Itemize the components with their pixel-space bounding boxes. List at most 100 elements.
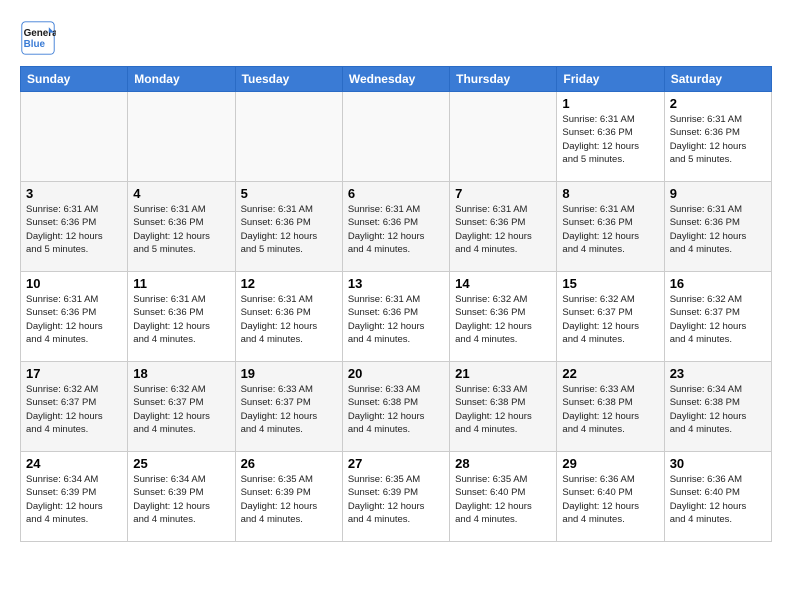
day-info: Sunrise: 6:31 AM Sunset: 6:36 PM Dayligh… <box>26 203 122 256</box>
day-cell: 22 Sunrise: 6:33 AM Sunset: 6:38 PM Dayli… <box>557 362 664 452</box>
week-row-2: 3 Sunrise: 6:31 AM Sunset: 6:36 PM Daylig… <box>21 182 772 272</box>
day-number: 23 <box>670 366 766 381</box>
col-header-thursday: Thursday <box>450 67 557 92</box>
day-number: 4 <box>133 186 229 201</box>
day-number: 10 <box>26 276 122 291</box>
day-number: 15 <box>562 276 658 291</box>
day-cell: 8Sunrise: 6:31 AM Sunset: 6:36 PM Daylig… <box>557 182 664 272</box>
week-row-1: 1 Sunrise: 6:31 AM Sunset: 6:36 PM Daylig… <box>21 92 772 182</box>
header-row: SundayMondayTuesdayWednesdayThursdayFrid… <box>21 67 772 92</box>
day-number: 12 <box>241 276 337 291</box>
day-number: 9 <box>670 186 766 201</box>
day-info: Sunrise: 6:35 AM Sunset: 6:39 PM Dayligh… <box>241 473 337 526</box>
week-row-4: 17Sunrise: 6:32 AM Sunset: 6:37 PM Dayli… <box>21 362 772 452</box>
day-number: 3 <box>26 186 122 201</box>
day-info: Sunrise: 6:32 AM Sunset: 6:36 PM Dayligh… <box>455 293 551 346</box>
day-cell: 28Sunrise: 6:35 AM Sunset: 6:40 PM Dayli… <box>450 452 557 542</box>
day-info: Sunrise: 6:33 AM Sunset: 6:38 PM Dayligh… <box>455 383 551 436</box>
day-info: Sunrise: 6:32 AM Sunset: 6:37 PM Dayligh… <box>26 383 122 436</box>
day-cell <box>21 92 128 182</box>
day-cell: 18 Sunrise: 6:32 AM Sunset: 6:37 PM Dayli… <box>128 362 235 452</box>
day-number: 1 <box>562 96 658 111</box>
day-number: 18 <box>133 366 229 381</box>
day-cell: 21 Sunrise: 6:33 AM Sunset: 6:38 PM Dayli… <box>450 362 557 452</box>
day-number: 27 <box>348 456 444 471</box>
day-number: 20 <box>348 366 444 381</box>
day-cell <box>235 92 342 182</box>
day-cell: 15 Sunrise: 6:32 AM Sunset: 6:37 PM Dayli… <box>557 272 664 362</box>
day-number: 7 <box>455 186 551 201</box>
day-info: Sunrise: 6:31 AM Sunset: 6:36 PM Dayligh… <box>670 113 766 166</box>
day-cell: 5 Sunrise: 6:31 AM Sunset: 6:36 PM Daylig… <box>235 182 342 272</box>
day-number: 26 <box>241 456 337 471</box>
day-info: Sunrise: 6:36 AM Sunset: 6:40 PM Dayligh… <box>670 473 766 526</box>
day-info: Sunrise: 6:33 AM Sunset: 6:38 PM Dayligh… <box>348 383 444 436</box>
day-number: 25 <box>133 456 229 471</box>
day-info: Sunrise: 6:36 AM Sunset: 6:40 PM Dayligh… <box>562 473 658 526</box>
day-number: 22 <box>562 366 658 381</box>
day-cell: 14 Sunrise: 6:32 AM Sunset: 6:36 PM Dayli… <box>450 272 557 362</box>
day-cell: 3 Sunrise: 6:31 AM Sunset: 6:36 PM Daylig… <box>21 182 128 272</box>
day-number: 19 <box>241 366 337 381</box>
day-info: Sunrise: 6:31 AM Sunset: 6:36 PM Dayligh… <box>562 203 658 256</box>
day-cell: 12 Sunrise: 6:31 AM Sunset: 6:36 PM Dayli… <box>235 272 342 362</box>
day-number: 28 <box>455 456 551 471</box>
col-header-saturday: Saturday <box>664 67 771 92</box>
day-info: Sunrise: 6:31 AM Sunset: 6:36 PM Dayligh… <box>241 293 337 346</box>
day-cell: 13 Sunrise: 6:31 AM Sunset: 6:36 PM Dayli… <box>342 272 449 362</box>
day-info: Sunrise: 6:32 AM Sunset: 6:37 PM Dayligh… <box>670 293 766 346</box>
day-info: Sunrise: 6:33 AM Sunset: 6:37 PM Dayligh… <box>241 383 337 436</box>
day-cell: 7 Sunrise: 6:31 AM Sunset: 6:36 PM Daylig… <box>450 182 557 272</box>
day-cell <box>450 92 557 182</box>
day-info: Sunrise: 6:31 AM Sunset: 6:36 PM Dayligh… <box>348 203 444 256</box>
day-number: 14 <box>455 276 551 291</box>
day-info: Sunrise: 6:34 AM Sunset: 6:39 PM Dayligh… <box>133 473 229 526</box>
day-cell: 6 Sunrise: 6:31 AM Sunset: 6:36 PM Daylig… <box>342 182 449 272</box>
day-cell: 2 Sunrise: 6:31 AM Sunset: 6:36 PM Daylig… <box>664 92 771 182</box>
day-number: 6 <box>348 186 444 201</box>
day-cell: 25 Sunrise: 6:34 AM Sunset: 6:39 PM Dayli… <box>128 452 235 542</box>
day-cell: 1 Sunrise: 6:31 AM Sunset: 6:36 PM Daylig… <box>557 92 664 182</box>
day-cell: 19 Sunrise: 6:33 AM Sunset: 6:37 PM Dayli… <box>235 362 342 452</box>
day-cell: 17Sunrise: 6:32 AM Sunset: 6:37 PM Dayli… <box>21 362 128 452</box>
page-header: General Blue <box>20 20 772 56</box>
logo: General Blue <box>20 20 62 56</box>
day-info: Sunrise: 6:31 AM Sunset: 6:36 PM Dayligh… <box>670 203 766 256</box>
col-header-sunday: Sunday <box>21 67 128 92</box>
day-cell: 4 Sunrise: 6:31 AM Sunset: 6:36 PM Daylig… <box>128 182 235 272</box>
day-number: 30 <box>670 456 766 471</box>
day-number: 16 <box>670 276 766 291</box>
day-cell: 10 Sunrise: 6:31 AM Sunset: 6:36 PM Dayli… <box>21 272 128 362</box>
day-info: Sunrise: 6:31 AM Sunset: 6:36 PM Dayligh… <box>562 113 658 166</box>
day-info: Sunrise: 6:31 AM Sunset: 6:36 PM Dayligh… <box>455 203 551 256</box>
col-header-friday: Friday <box>557 67 664 92</box>
day-cell: 16 Sunrise: 6:32 AM Sunset: 6:37 PM Dayli… <box>664 272 771 362</box>
day-info: Sunrise: 6:31 AM Sunset: 6:36 PM Dayligh… <box>241 203 337 256</box>
col-header-monday: Monday <box>128 67 235 92</box>
day-number: 29 <box>562 456 658 471</box>
day-number: 21 <box>455 366 551 381</box>
day-info: Sunrise: 6:34 AM Sunset: 6:39 PM Dayligh… <box>26 473 122 526</box>
col-header-wednesday: Wednesday <box>342 67 449 92</box>
calendar: SundayMondayTuesdayWednesdayThursdayFrid… <box>20 66 772 542</box>
day-number: 2 <box>670 96 766 111</box>
day-number: 24 <box>26 456 122 471</box>
day-info: Sunrise: 6:34 AM Sunset: 6:38 PM Dayligh… <box>670 383 766 436</box>
day-info: Sunrise: 6:31 AM Sunset: 6:36 PM Dayligh… <box>133 293 229 346</box>
day-info: Sunrise: 6:32 AM Sunset: 6:37 PM Dayligh… <box>562 293 658 346</box>
week-row-3: 10 Sunrise: 6:31 AM Sunset: 6:36 PM Dayli… <box>21 272 772 362</box>
day-number: 5 <box>241 186 337 201</box>
day-info: Sunrise: 6:33 AM Sunset: 6:38 PM Dayligh… <box>562 383 658 436</box>
day-info: Sunrise: 6:31 AM Sunset: 6:36 PM Dayligh… <box>348 293 444 346</box>
day-cell: 24 Sunrise: 6:34 AM Sunset: 6:39 PM Dayli… <box>21 452 128 542</box>
week-row-5: 24 Sunrise: 6:34 AM Sunset: 6:39 PM Dayli… <box>21 452 772 542</box>
day-info: Sunrise: 6:32 AM Sunset: 6:37 PM Dayligh… <box>133 383 229 436</box>
day-info: Sunrise: 6:31 AM Sunset: 6:36 PM Dayligh… <box>26 293 122 346</box>
day-cell <box>342 92 449 182</box>
day-cell: 30 Sunrise: 6:36 AM Sunset: 6:40 PM Dayli… <box>664 452 771 542</box>
day-cell: 29 Sunrise: 6:36 AM Sunset: 6:40 PM Dayli… <box>557 452 664 542</box>
col-header-tuesday: Tuesday <box>235 67 342 92</box>
day-info: Sunrise: 6:31 AM Sunset: 6:36 PM Dayligh… <box>133 203 229 256</box>
day-cell: 26 Sunrise: 6:35 AM Sunset: 6:39 PM Dayli… <box>235 452 342 542</box>
day-number: 13 <box>348 276 444 291</box>
